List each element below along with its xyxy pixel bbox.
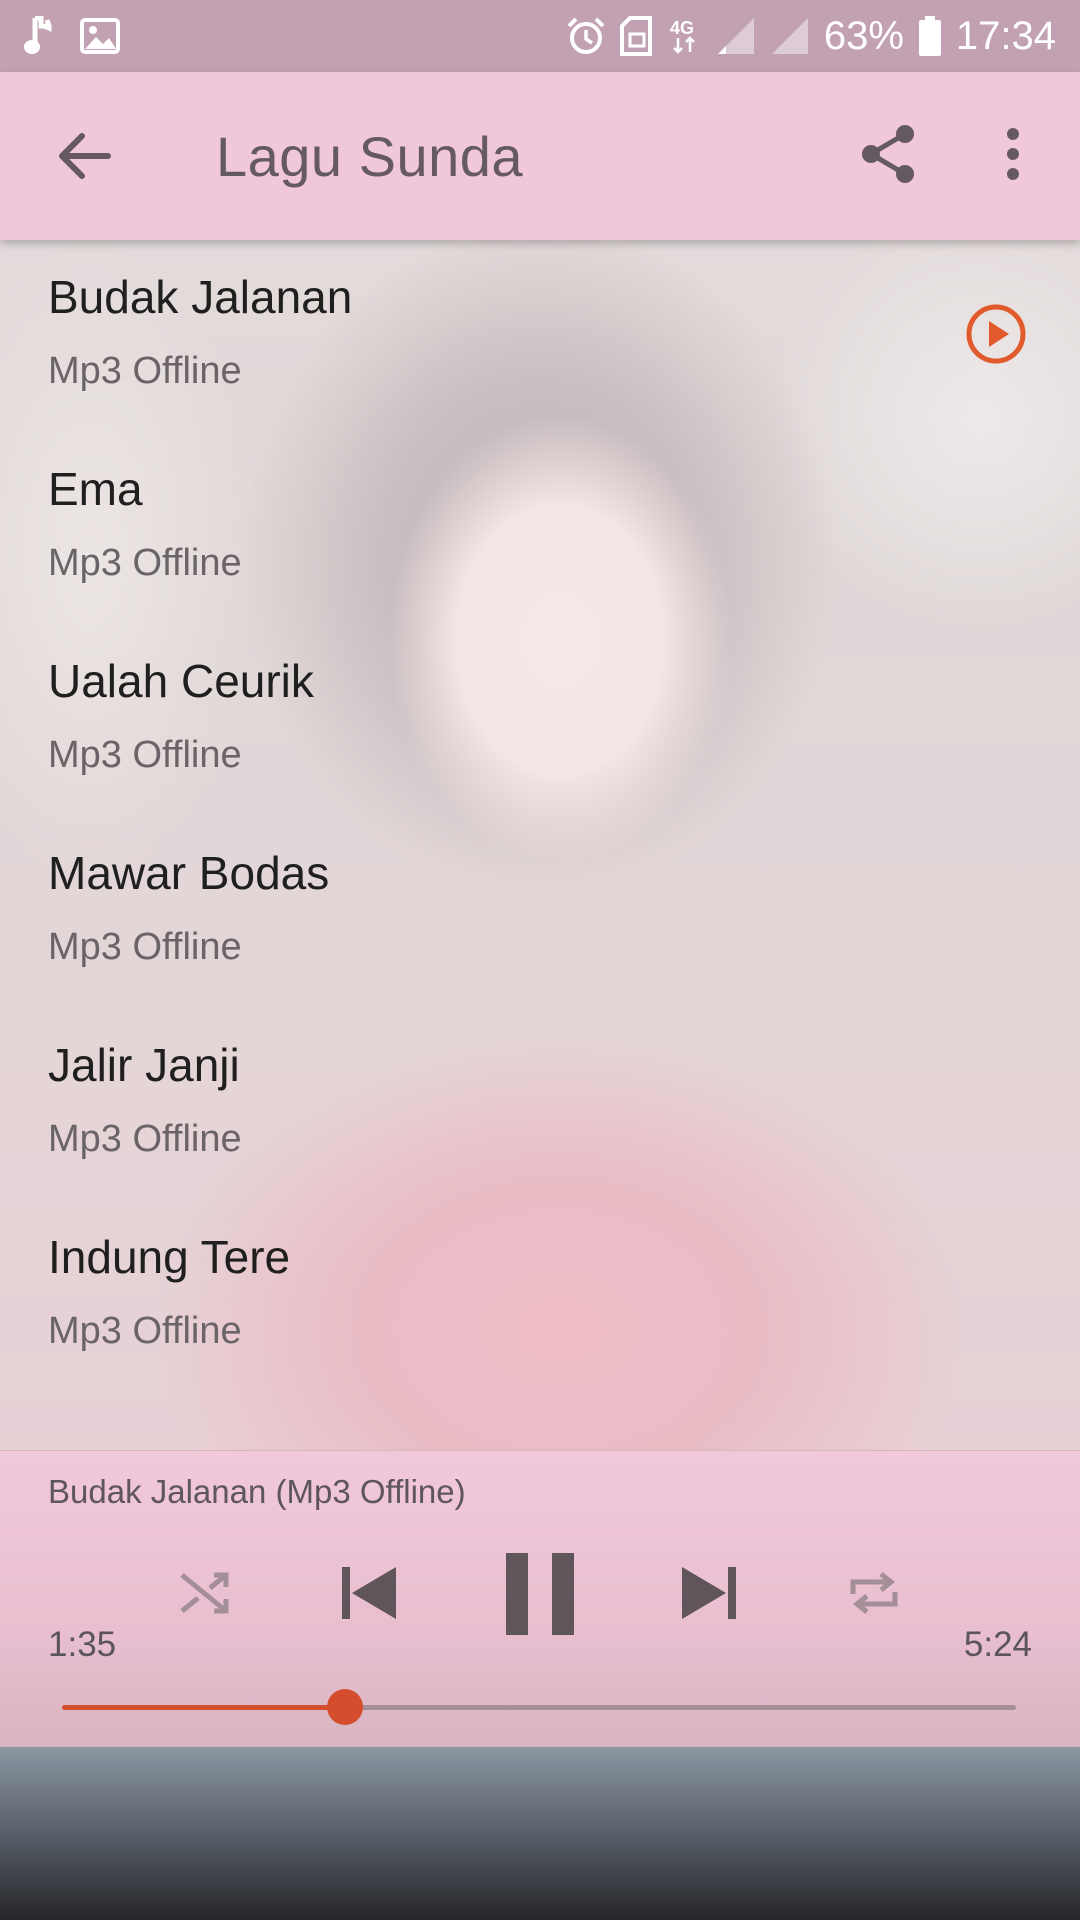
seek-bar-thumb[interactable] <box>326 1689 363 1725</box>
song-title: Mawar Bodas <box>48 847 330 899</box>
app-toolbar: Lagu Sunda <box>0 72 1080 240</box>
shuffle-button[interactable] <box>172 1561 236 1625</box>
song-title: Indung Tere <box>48 1231 291 1283</box>
image-icon <box>80 18 120 54</box>
song-subtitle: Mp3 Offline <box>48 926 242 968</box>
clock: 17:34 <box>955 13 1056 58</box>
song-item[interactable]: Budak Jalanan Mp3 Offline <box>0 240 1080 432</box>
song-title: Jalir Janji <box>48 1039 240 1091</box>
next-button[interactable] <box>672 1557 744 1629</box>
song-title: Ualah Ceurik <box>48 655 314 707</box>
page-title: Lagu Sunda <box>216 125 524 188</box>
song-subtitle: Mp3 Offline <box>48 1118 242 1160</box>
song-subtitle: Mp3 Offline <box>48 1310 242 1352</box>
arrow-left-icon <box>59 133 111 179</box>
skip-previous-icon <box>342 1567 396 1619</box>
play-circle-icon[interactable] <box>964 302 1028 366</box>
song-item[interactable]: Ema Mp3 Offline <box>0 432 1080 624</box>
seek-bar-progress <box>62 1705 345 1710</box>
more-options-button[interactable] <box>998 122 1028 186</box>
repeat-icon <box>850 1572 898 1614</box>
song-title: Ema <box>48 463 143 515</box>
music-note-icon <box>22 16 56 56</box>
song-item[interactable]: Jalir Janji Mp3 Offline <box>0 1008 1080 1200</box>
elapsed-time: 1:35 <box>48 1625 117 1664</box>
alarm-icon <box>566 16 606 56</box>
song-subtitle: Mp3 Offline <box>48 350 242 392</box>
now-playing-label: Budak Jalanan (Mp3 Offline) <box>48 1473 466 1510</box>
song-title: Budak Jalanan <box>48 271 353 323</box>
signal-2-icon <box>770 16 810 56</box>
song-item[interactable]: Ualah Ceurik Mp3 Offline <box>0 624 1080 816</box>
total-time: 5:24 <box>963 1625 1032 1664</box>
pause-button[interactable] <box>492 1549 588 1639</box>
svg-text:4G: 4G <box>670 18 694 38</box>
sim-icon <box>619 16 654 56</box>
skip-next-icon <box>682 1567 736 1619</box>
song-item[interactable]: Mawar Bodas Mp3 Offline <box>0 816 1080 1008</box>
shuffle-icon <box>180 1572 229 1614</box>
song-subtitle: Mp3 Offline <box>48 542 242 584</box>
more-vert-icon <box>1007 128 1019 180</box>
battery-percent: 63% <box>823 13 904 58</box>
share-button[interactable] <box>858 122 918 186</box>
previous-button[interactable] <box>334 1557 406 1629</box>
player-panel: Budak Jalanan (Mp3 Offline) 1:35 5:24 <box>0 1450 1080 1747</box>
battery-icon <box>918 15 942 57</box>
share-icon <box>862 125 914 183</box>
background-bottom-strip <box>0 1746 1080 1920</box>
network-4g-icon: 4G <box>668 16 702 56</box>
song-subtitle: Mp3 Offline <box>48 734 242 776</box>
song-item[interactable]: Indung Tere Mp3 Offline <box>0 1200 1080 1392</box>
repeat-button[interactable] <box>842 1561 906 1625</box>
back-button[interactable] <box>52 124 116 188</box>
pause-icon <box>506 1553 574 1635</box>
signal-icon <box>716 16 756 56</box>
status-bar: 4G 63% 17:34 <box>0 0 1080 72</box>
seek-bar[interactable] <box>62 1689 1016 1725</box>
